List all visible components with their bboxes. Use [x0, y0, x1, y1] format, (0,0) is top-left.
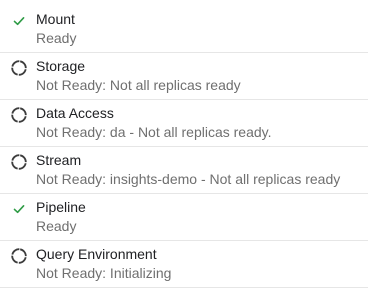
pending-icon	[10, 106, 28, 124]
status-row-pipeline: Pipeline Ready	[0, 194, 368, 241]
component-status-text: Ready	[36, 30, 77, 46]
status-row-mount: Mount Ready	[0, 6, 368, 53]
component-status-list: Mount Ready Storage Not Ready: Not all r…	[0, 0, 369, 291]
pending-icon	[10, 247, 28, 265]
component-status-text: Not Ready: Initializing	[36, 265, 172, 281]
component-name: Query Environment	[36, 246, 157, 262]
pending-icon	[10, 153, 28, 171]
component-status-text: Not Ready: Not all replicas ready	[36, 77, 241, 93]
component-status-text: Ready	[36, 218, 77, 234]
check-icon	[10, 12, 28, 30]
component-name: Storage	[36, 58, 86, 74]
component-name: Data Access	[36, 105, 114, 121]
component-status-text: Not Ready: da - Not all replicas ready.	[36, 124, 272, 140]
status-row-data-access: Data Access Not Ready: da - Not all repl…	[0, 100, 368, 147]
pending-icon	[10, 59, 28, 77]
component-name: Stream	[36, 152, 82, 168]
component-status-text: Not Ready: insights-demo - Not all repli…	[36, 171, 341, 187]
status-row-stream: Stream Not Ready: insights-demo - Not al…	[0, 147, 368, 194]
status-row-query-environment: Query Environment Not Ready: Initializin…	[0, 241, 368, 288]
component-name: Mount	[36, 11, 75, 27]
check-icon	[10, 200, 28, 218]
component-name: Pipeline	[36, 199, 86, 215]
status-row-storage: Storage Not Ready: Not all replicas read…	[0, 53, 368, 100]
